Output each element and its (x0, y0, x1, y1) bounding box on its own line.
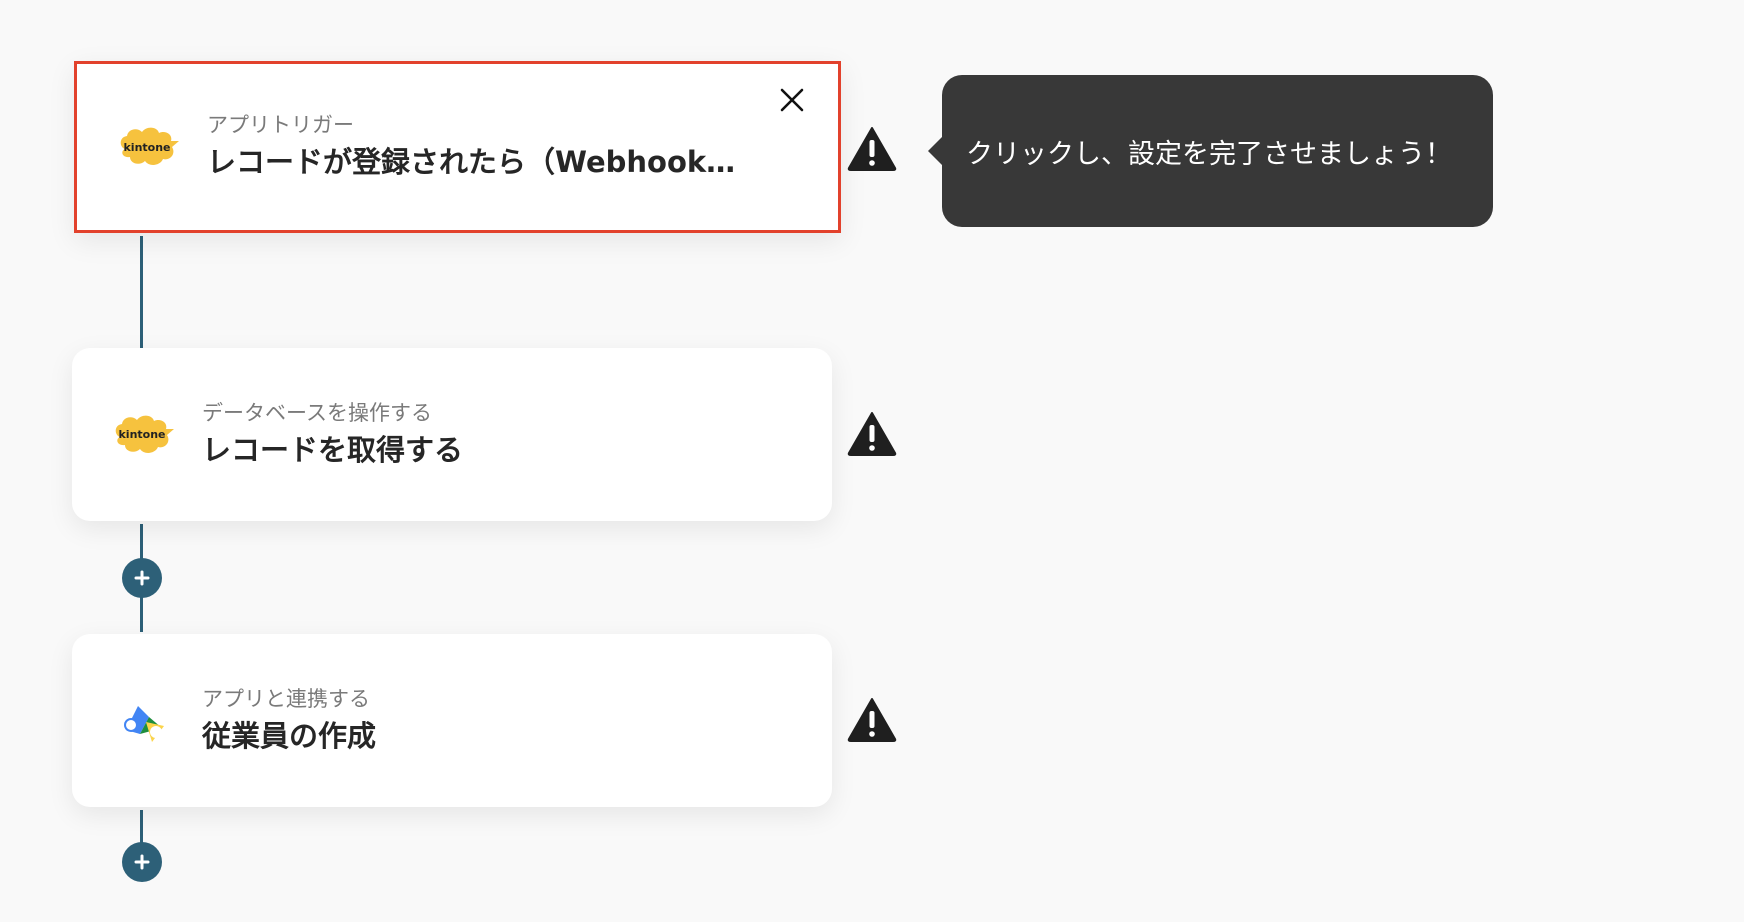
step-subtitle: データベースを操作する (202, 400, 432, 425)
step-title: 従業員の作成 (202, 718, 377, 753)
connector-line (140, 236, 143, 348)
logo-text: kintone (123, 140, 171, 154)
step-card-get-record[interactable]: kintone データベースを操作する レコードを取得する (72, 348, 832, 521)
tooltip: クリックし、設定を完了させましょう！ (928, 75, 1493, 227)
plus-icon (134, 854, 150, 870)
step-card-create-employee[interactable]: アプリと連携する 従業員の作成 (72, 634, 832, 807)
add-step-button[interactable] (122, 558, 162, 598)
kintone-logo: kintone (117, 121, 181, 173)
step-title: レコードを取得する (202, 432, 464, 467)
logo-text: kintone (118, 428, 166, 441)
warning-icon[interactable] (847, 125, 897, 171)
google-workspace-admin-logo (112, 695, 176, 747)
kintone-logo: kintone (112, 409, 176, 461)
close-icon (780, 88, 804, 112)
step-subtitle: アプリトリガー (207, 113, 354, 137)
warning-icon[interactable] (847, 410, 897, 456)
plus-icon (134, 570, 150, 586)
tooltip-text: クリックし、設定を完了させましょう！ (966, 138, 1452, 170)
flow-canvas: kintone アプリトリガー レコードが登録されたら（Webhook… kin… (0, 0, 1744, 922)
close-button[interactable] (772, 80, 812, 120)
step-subtitle: アプリと連携する (202, 686, 370, 711)
step-card-trigger[interactable]: kintone アプリトリガー レコードが登録されたら（Webhook… (74, 61, 841, 233)
step-title: レコードが登録されたら（Webhook… (207, 145, 736, 179)
add-step-button[interactable] (122, 842, 162, 882)
warning-icon[interactable] (847, 696, 897, 742)
